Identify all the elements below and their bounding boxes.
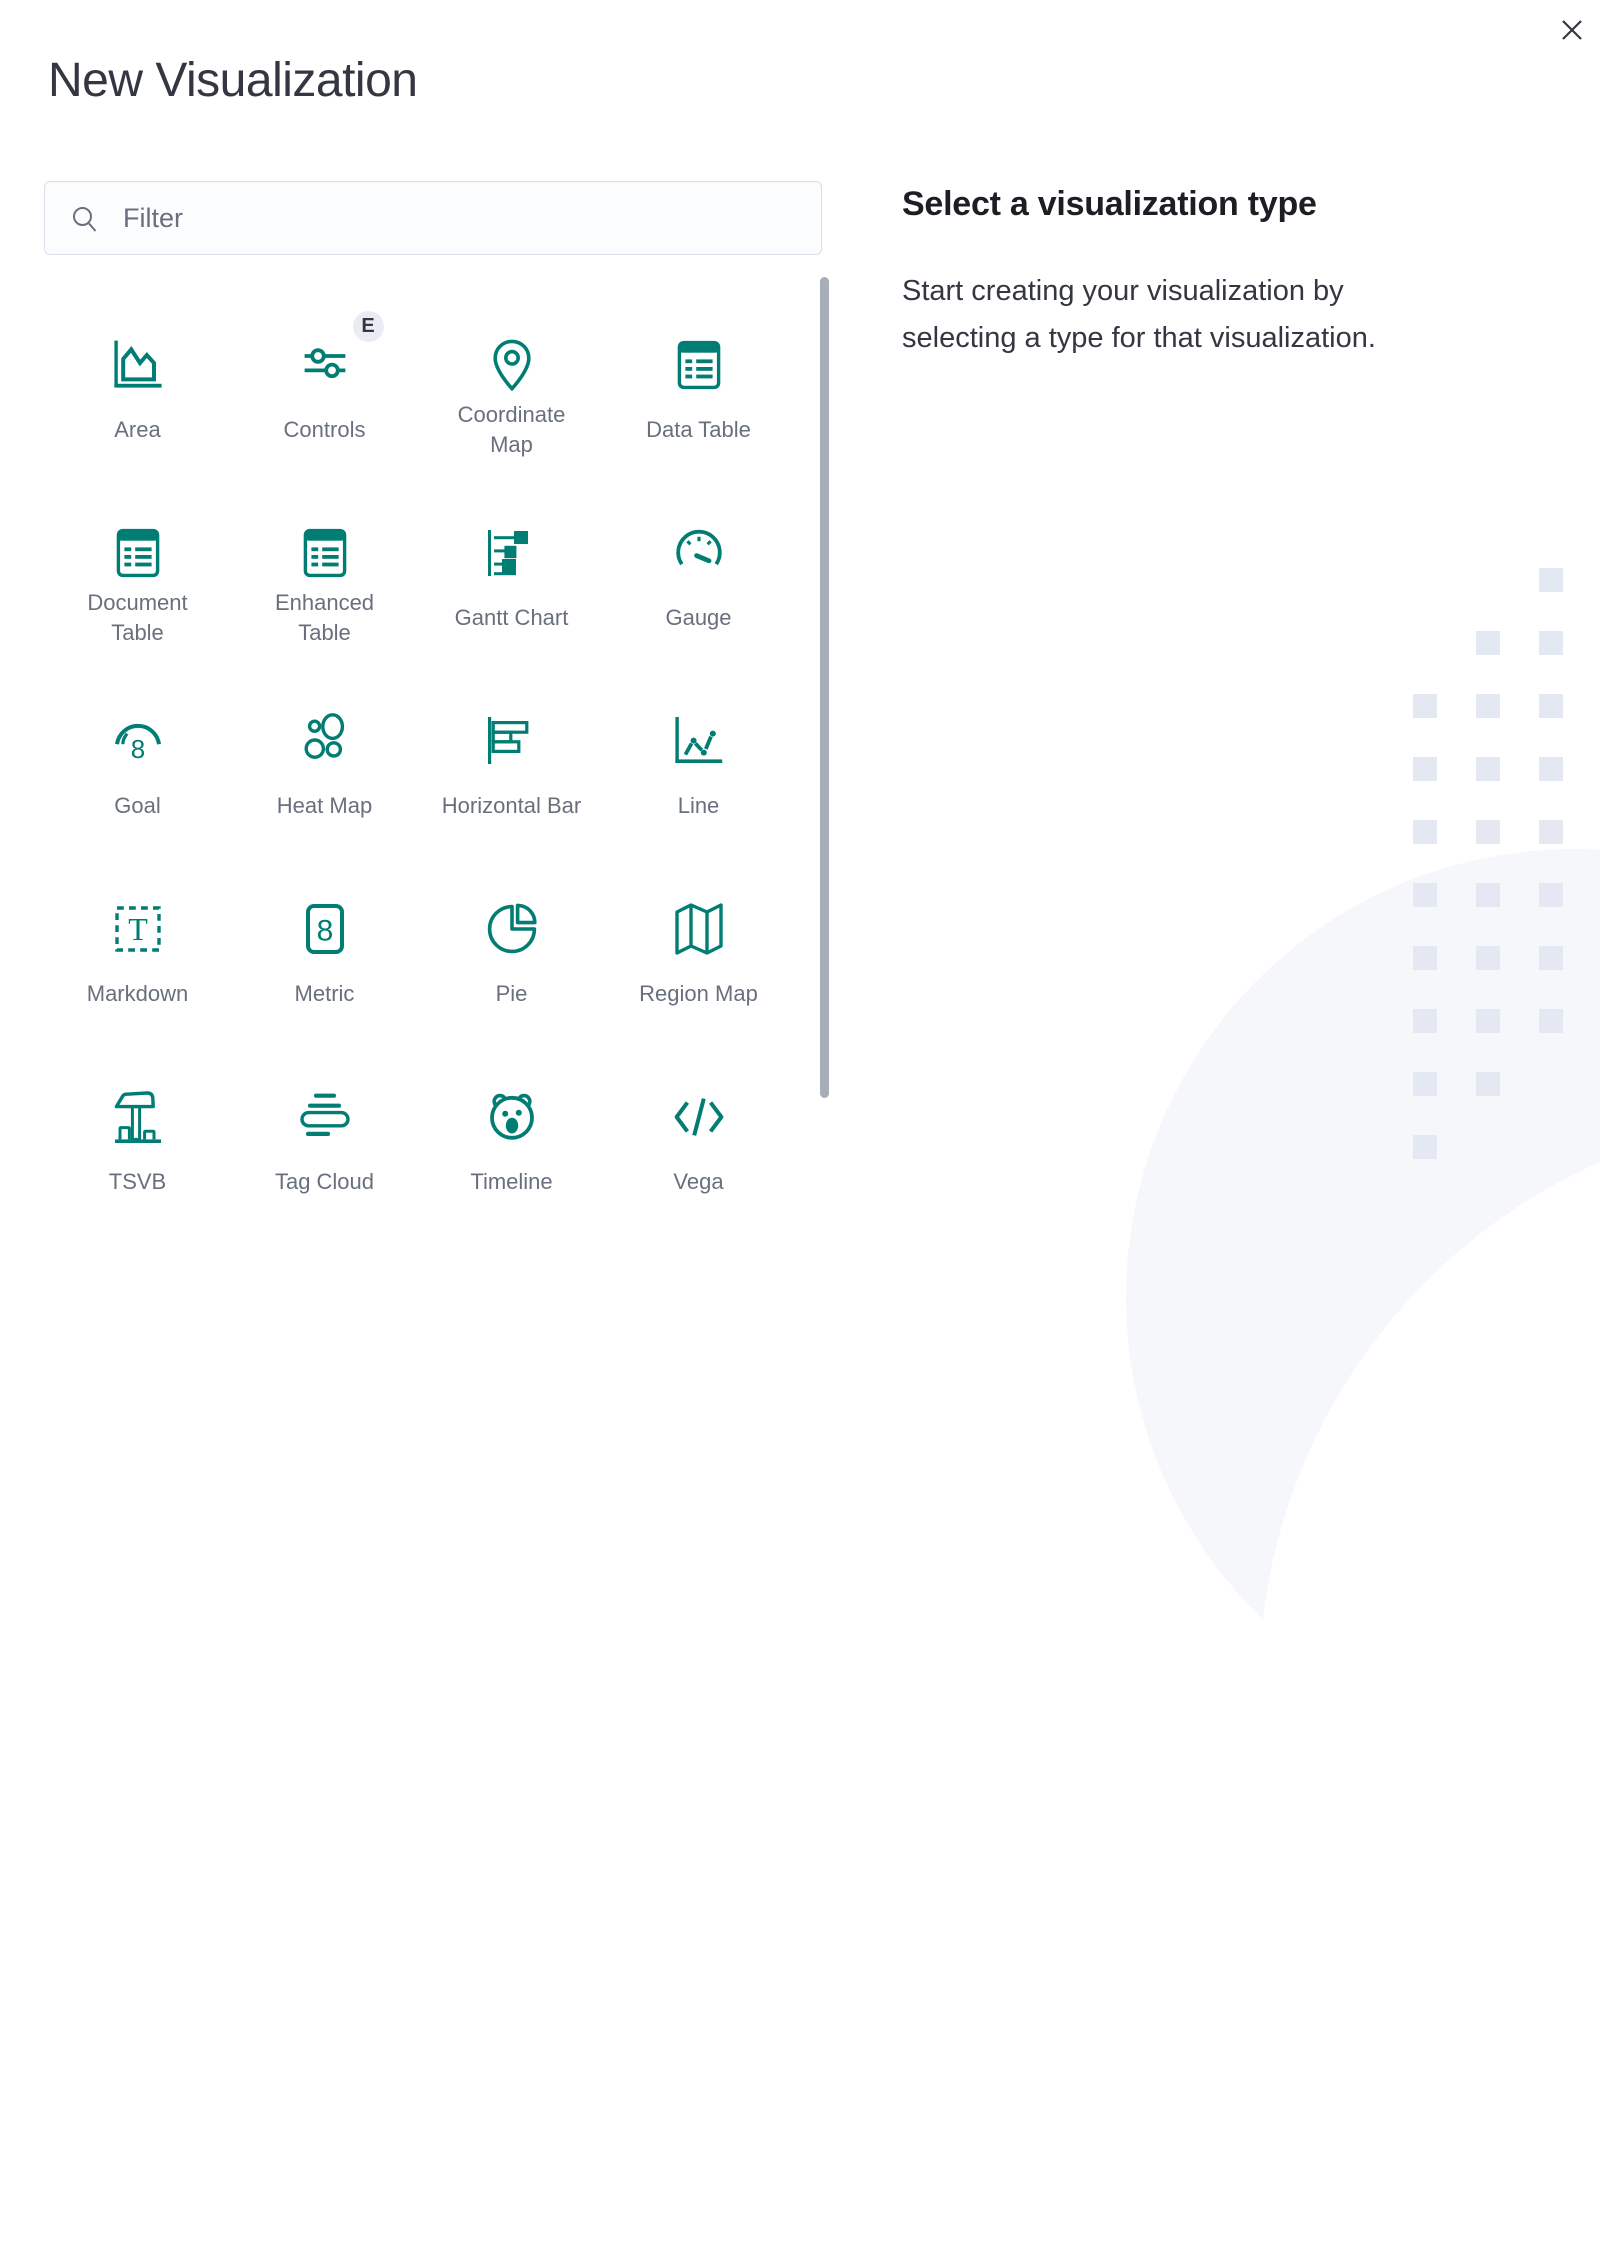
vis-type-gantt-chart[interactable]: Gantt Chart xyxy=(418,484,605,672)
vis-type-data-table[interactable]: Data Table xyxy=(605,296,792,484)
decor-square xyxy=(1476,1072,1500,1096)
vis-type-label: Vega xyxy=(673,1151,723,1213)
table-icon xyxy=(293,521,357,585)
decor-square xyxy=(1413,1009,1437,1033)
vis-type-label: Heat Map xyxy=(277,775,372,837)
vis-type-label: TSVB xyxy=(109,1151,166,1213)
vis-type-label: Markdown xyxy=(87,963,188,1025)
tsvb-icon xyxy=(106,1085,170,1149)
vis-type-label: Timeline xyxy=(470,1151,552,1213)
vis-type-pie[interactable]: Pie xyxy=(418,860,605,1048)
decor-square xyxy=(1539,946,1563,970)
vis-type-line[interactable]: Line xyxy=(605,672,792,860)
vis-type-label: Coordinate Map xyxy=(458,399,566,461)
decor-square xyxy=(1476,946,1500,970)
decor-square xyxy=(1476,694,1500,718)
map-pin-icon xyxy=(480,333,544,397)
vis-type-label: Tag Cloud xyxy=(275,1151,374,1213)
decor-square xyxy=(1413,883,1437,907)
decor-square xyxy=(1539,631,1563,655)
modal-title: New Visualization xyxy=(48,50,417,112)
vis-type-label: Region Map xyxy=(639,963,758,1025)
decor-square xyxy=(1413,820,1437,844)
vis-type-label: Line xyxy=(678,775,720,837)
goal-icon xyxy=(106,709,170,773)
visualization-type-grid: AreaEControlsCoordinate MapData TableDoc… xyxy=(44,296,792,1236)
vis-type-region-map[interactable]: Region Map xyxy=(605,860,792,1048)
map-folded-icon xyxy=(667,897,731,961)
area-chart-icon xyxy=(106,333,170,397)
decor-square xyxy=(1413,694,1437,718)
vis-type-label: Horizontal Bar xyxy=(442,775,581,837)
decor-square xyxy=(1476,1009,1500,1033)
vis-type-label: Gauge xyxy=(665,587,731,649)
vis-type-horizontal-bar[interactable]: Horizontal Bar xyxy=(418,672,605,860)
vis-type-label: Data Table xyxy=(646,399,751,461)
vis-type-label: Goal xyxy=(114,775,160,837)
decor-square xyxy=(1413,946,1437,970)
detail-description: Start creating your visualization by sel… xyxy=(902,268,1502,362)
table-icon xyxy=(106,521,170,585)
vis-type-vega[interactable]: Vega xyxy=(605,1048,792,1236)
markdown-icon xyxy=(106,897,170,961)
vis-type-label: Area xyxy=(114,399,160,461)
vis-type-controls[interactable]: EControls xyxy=(231,296,418,484)
table-icon xyxy=(667,333,731,397)
pie-chart-icon xyxy=(480,897,544,961)
vis-type-document-table[interactable]: Document Table xyxy=(44,484,231,672)
bear-icon xyxy=(480,1085,544,1149)
vis-type-timeline[interactable]: Timeline xyxy=(418,1048,605,1236)
vis-type-label: Metric xyxy=(295,963,355,1025)
decor-square xyxy=(1539,820,1563,844)
experimental-badge: E xyxy=(353,311,384,342)
decor-square xyxy=(1476,820,1500,844)
vis-type-label: Gantt Chart xyxy=(455,587,569,649)
scrollbar-thumb[interactable] xyxy=(820,277,829,1098)
gauge-icon xyxy=(667,521,731,585)
filter-box xyxy=(44,181,822,255)
decor-square xyxy=(1539,883,1563,907)
close-button[interactable] xyxy=(1552,10,1592,50)
filter-input[interactable] xyxy=(45,182,821,254)
decor-square xyxy=(1413,757,1437,781)
decor-square xyxy=(1476,757,1500,781)
decor-square xyxy=(1539,694,1563,718)
vis-type-label: Pie xyxy=(496,963,528,1025)
line-chart-icon xyxy=(667,709,731,773)
decor-square xyxy=(1476,883,1500,907)
detail-heading: Select a visualization type xyxy=(902,182,1502,226)
decor-square xyxy=(1539,1009,1563,1033)
decor-square xyxy=(1539,568,1563,592)
decor-square xyxy=(1476,631,1500,655)
vis-type-tsvb[interactable]: TSVB xyxy=(44,1048,231,1236)
vis-type-label: Controls xyxy=(284,399,366,461)
metric-icon xyxy=(293,897,357,961)
vis-type-goal[interactable]: Goal xyxy=(44,672,231,860)
decor-square xyxy=(1413,1072,1437,1096)
vis-type-markdown[interactable]: Markdown xyxy=(44,860,231,1048)
heatmap-icon xyxy=(293,709,357,773)
decor-square xyxy=(1413,1135,1437,1159)
vis-type-coordinate-map[interactable]: Coordinate Map xyxy=(418,296,605,484)
vis-type-enhanced-table[interactable]: Enhanced Table xyxy=(231,484,418,672)
vis-type-metric[interactable]: Metric xyxy=(231,860,418,1048)
detail-panel: Select a visualization type Start creati… xyxy=(902,182,1502,362)
tag-cloud-icon xyxy=(293,1085,357,1149)
vis-type-tag-cloud[interactable]: Tag Cloud xyxy=(231,1048,418,1236)
vis-type-heat-map[interactable]: Heat Map xyxy=(231,672,418,860)
vis-type-gauge[interactable]: Gauge xyxy=(605,484,792,672)
decor-square xyxy=(1539,757,1563,781)
close-icon xyxy=(1559,17,1585,43)
code-icon xyxy=(667,1085,731,1149)
vis-type-label: Document Table xyxy=(87,587,187,649)
bar-horizontal-icon xyxy=(480,709,544,773)
controls-icon: E xyxy=(293,333,357,397)
vis-type-area[interactable]: Area xyxy=(44,296,231,484)
gantt-icon xyxy=(480,521,544,585)
vis-type-label: Enhanced Table xyxy=(275,587,374,649)
